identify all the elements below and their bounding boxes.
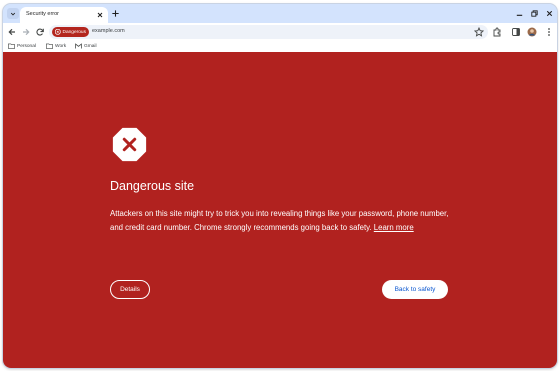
restore-icon[interactable]	[530, 9, 539, 18]
more-menu-icon[interactable]	[544, 27, 554, 37]
bookmarks-bar: Personal Work Gmail	[3, 41, 557, 52]
url-text[interactable]: example.com	[92, 28, 125, 34]
bookmark-label: Personal	[17, 43, 36, 49]
tab-security-error[interactable]: Security error	[20, 7, 108, 23]
browser-window: Security error Dangerous example.com Per…	[3, 4, 557, 368]
minimize-icon[interactable]	[515, 9, 524, 18]
extensions-icon[interactable]	[492, 27, 502, 37]
learn-more-link[interactable]: Learn more	[374, 223, 414, 232]
bookmark-star-icon[interactable]	[474, 27, 484, 37]
tab-title: Security error	[26, 11, 60, 17]
chevron-down-icon	[10, 12, 16, 16]
toolbar: Dangerous example.com	[3, 23, 557, 41]
tab-strip: Security error	[3, 4, 557, 23]
gmail-icon	[75, 43, 82, 49]
dangerous-site-chip[interactable]: Dangerous	[52, 27, 89, 37]
bookmark-label: Work	[55, 43, 67, 49]
bookmark-gmail[interactable]: Gmail	[75, 43, 97, 49]
back-to-safety-button[interactable]: Back to safety	[382, 280, 448, 299]
new-tab-icon[interactable]	[111, 9, 120, 18]
security-interstitial: Dangerous site Attackers on this site mi…	[3, 52, 557, 368]
address-bar[interactable]: Dangerous example.com	[49, 25, 488, 39]
close-window-icon[interactable]	[545, 9, 554, 18]
close-icon[interactable]	[96, 11, 104, 19]
folder-icon	[8, 43, 15, 49]
warning-message: Attackers on this site might try to tric…	[110, 207, 450, 234]
folder-icon	[46, 43, 53, 49]
danger-octagon-icon	[112, 127, 147, 162]
back-arrow-icon[interactable]	[7, 27, 17, 37]
profile-avatar-icon[interactable]	[527, 27, 537, 37]
bookmark-personal[interactable]: Personal	[8, 43, 36, 49]
side-panel-icon[interactable]	[511, 27, 521, 37]
bookmark-work[interactable]: Work	[46, 43, 66, 49]
reload-icon[interactable]	[35, 27, 45, 37]
details-button[interactable]: Details	[110, 280, 150, 299]
page-title: Dangerous site	[110, 179, 195, 193]
bookmark-label: Gmail	[84, 43, 97, 49]
danger-octagon-icon	[55, 29, 61, 35]
forward-arrow-icon[interactable]	[21, 27, 31, 37]
chip-label: Dangerous	[62, 29, 86, 35]
tab-search-button[interactable]	[7, 8, 19, 19]
